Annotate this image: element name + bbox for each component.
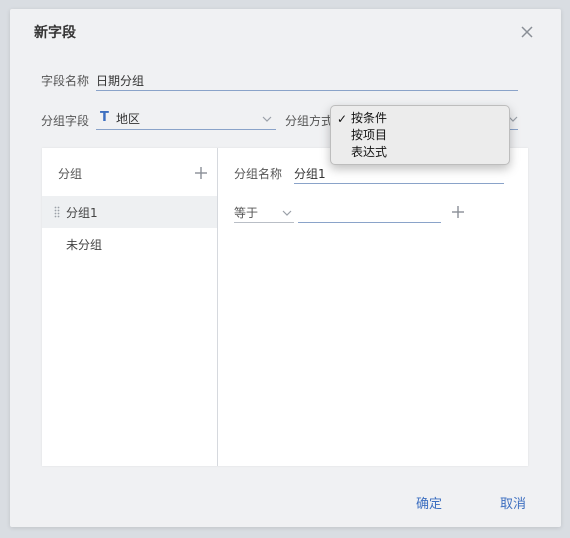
drag-handle-icon[interactable] [54, 206, 60, 218]
text-type-icon: T [100, 110, 109, 125]
condition-operator-underline [234, 222, 294, 223]
group-name-underline [294, 183, 504, 184]
field-name-label: 字段名称 [41, 74, 90, 88]
dropdown-option-expression[interactable]: 表达式 [351, 144, 387, 161]
field-name-input[interactable]: 日期分组 [96, 72, 144, 89]
condition-operator-value: 等于 [234, 206, 259, 220]
group-field-label: 分组字段 [41, 114, 90, 128]
new-field-dialog: 新字段 字段名称 日期分组 分组字段 T 地区 分组方式 分组 分组1 未分组 … [10, 9, 561, 527]
group-name-label: 分组名称 [234, 167, 283, 181]
group-list-header: 分组 [58, 167, 83, 181]
group-item-label: 分组1 [66, 206, 98, 220]
add-group-icon[interactable] [195, 167, 207, 179]
cancel-button[interactable]: 取消 [500, 493, 526, 512]
chevron-down-icon [282, 210, 292, 216]
dropdown-option-by-condition[interactable]: 按条件 [351, 110, 387, 127]
group-list-item[interactable]: 分组1 [42, 196, 217, 228]
chevron-down-icon [262, 116, 272, 122]
group-field-underline [96, 129, 276, 130]
condition-value-underline [298, 222, 441, 223]
field-name-underline [96, 90, 518, 91]
group-editor-panel: 分组 分组1 未分组 分组名称 分组1 等于 [42, 148, 528, 466]
dropdown-option-by-item[interactable]: 按项目 [351, 127, 387, 144]
group-field-value: 地区 [116, 112, 141, 126]
confirm-button[interactable]: 确定 [416, 493, 442, 512]
checkmark-icon: ✓ [337, 112, 348, 126]
add-condition-icon[interactable] [452, 206, 464, 218]
group-list: 分组 分组1 未分组 [42, 148, 218, 466]
group-method-dropdown-menu: ✓ 按条件 按项目 表达式 [330, 105, 510, 165]
dialog-title: 新字段 [34, 25, 76, 41]
group-name-input[interactable]: 分组1 [294, 165, 326, 182]
group-list-item[interactable]: 未分组 [42, 228, 217, 260]
close-icon[interactable] [519, 24, 535, 40]
group-method-label: 分组方式 [285, 114, 334, 128]
condition-value-input[interactable] [298, 204, 441, 220]
group-item-label: 未分组 [66, 238, 103, 252]
group-field-select[interactable]: T 地区 [96, 107, 276, 131]
condition-operator-select[interactable]: 等于 [234, 200, 294, 222]
